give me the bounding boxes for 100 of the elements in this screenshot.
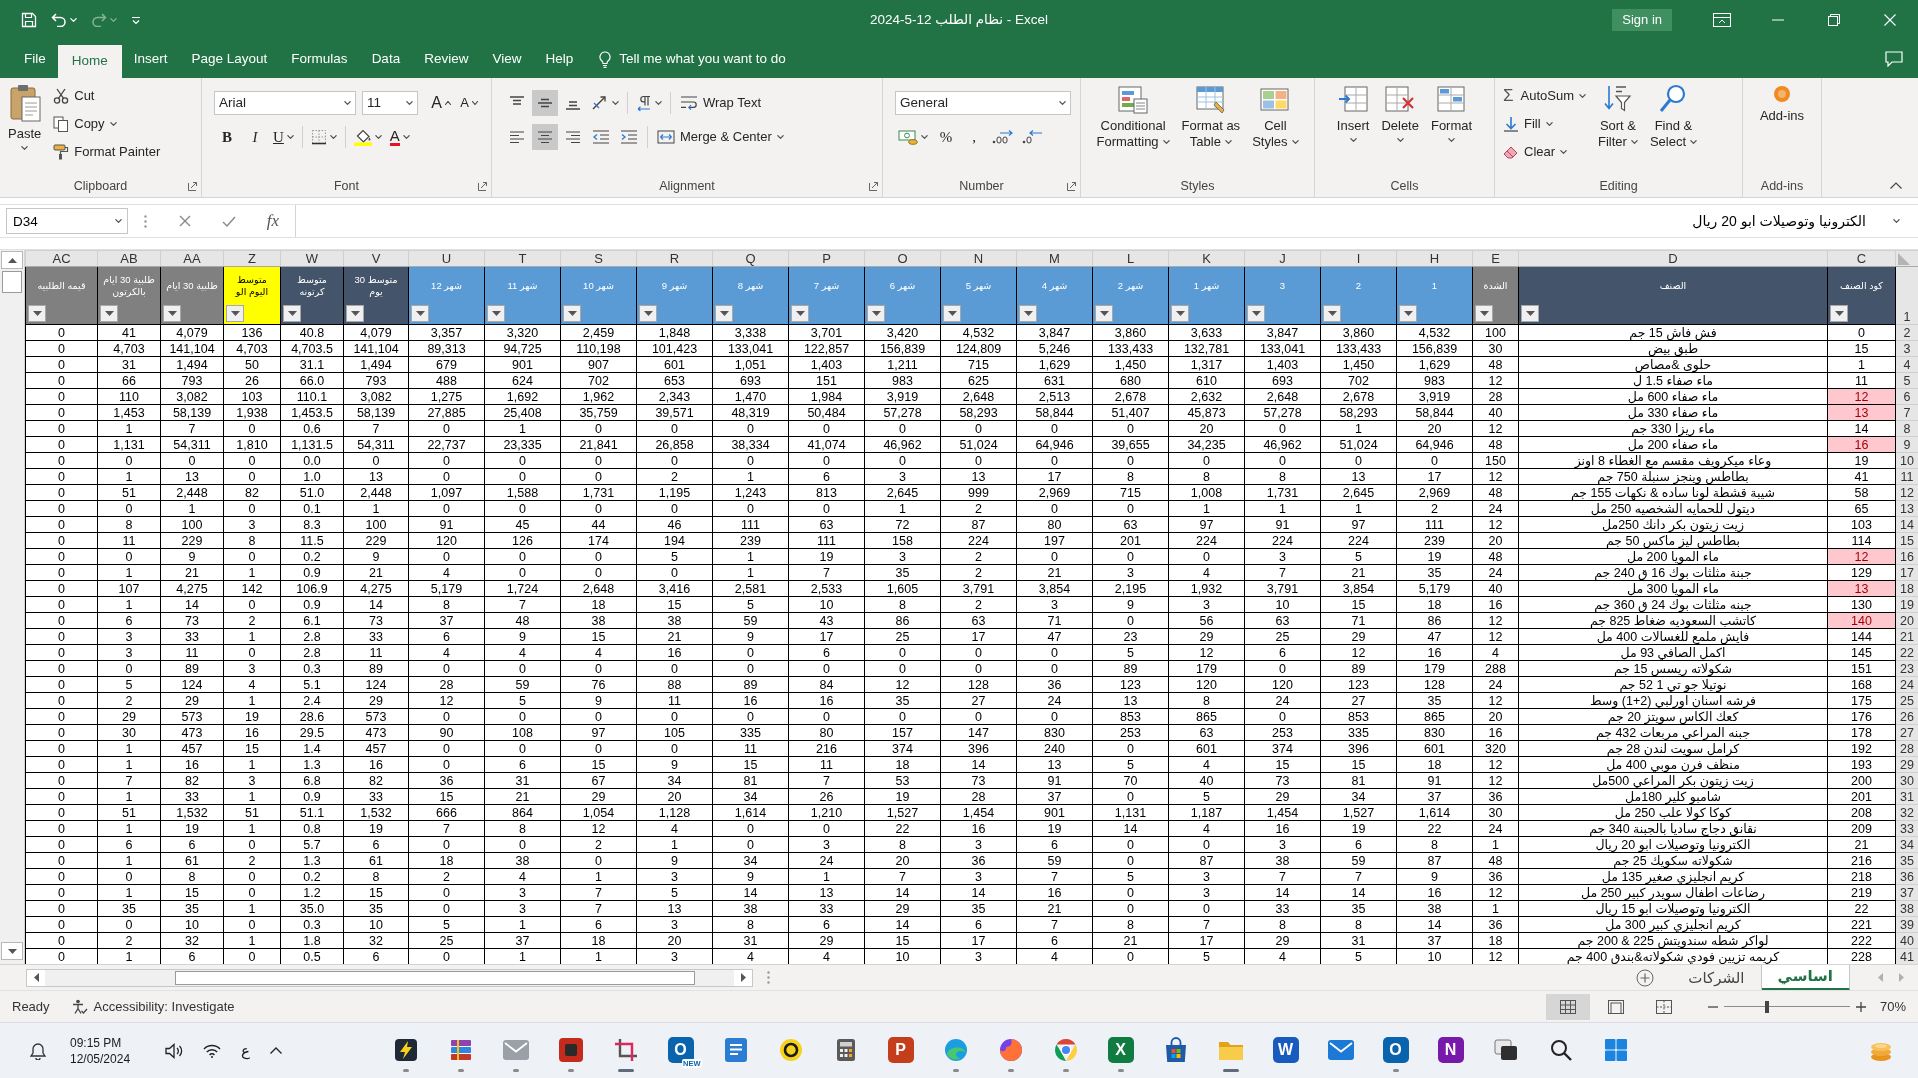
zoom-slider-thumb[interactable] [1764,1000,1769,1013]
filter-button[interactable] [283,305,301,322]
insert-function-button[interactable]: fx [251,208,295,234]
font-size-dropdown[interactable]: 11 [362,91,418,115]
autosum-button[interactable]: Σ AutoSum [1499,82,1590,110]
ribbon-tab[interactable]: Home [57,45,122,78]
column-header[interactable]: N [940,250,1017,267]
filter-button[interactable] [791,305,809,322]
filter-button[interactable] [1475,305,1493,322]
column-header[interactable]: Q [712,250,789,267]
number-format-dropdown[interactable]: General [895,91,1071,115]
new-sheet-button[interactable] [1636,968,1655,987]
ribbon-tab[interactable]: Data [359,40,413,78]
cut-button[interactable]: Cut [49,82,165,110]
scroll-thumb[interactable] [2,271,22,293]
taskbar-app-button[interactable]: N [1423,1025,1478,1076]
column-header[interactable]: W [280,250,344,267]
scroll-thumb[interactable] [175,970,695,985]
fill-button[interactable]: Fill [1499,110,1590,138]
zoom-in-button[interactable] [1855,1001,1866,1012]
zoom-out-button[interactable] [1707,1005,1718,1008]
comma-style-button[interactable]: , [961,124,987,150]
column-header[interactable]: J [1244,250,1321,267]
column-header[interactable]: T [484,250,561,267]
column-header[interactable]: U [408,250,485,267]
taskbar-app-button[interactable]: W [1258,1025,1313,1076]
column-header[interactable]: O [864,250,941,267]
column-header[interactable]: E [1472,250,1519,267]
cell-styles-button[interactable]: Cell Styles [1248,82,1303,150]
column-header[interactable]: K [1168,250,1245,267]
sort-and-filter-button[interactable]: Sort & Filter [1594,82,1642,150]
column-header[interactable]: AB [97,250,161,267]
font-color-button[interactable]: A [386,124,413,150]
increase-font-size-button[interactable]: A [428,90,454,116]
add-ins-button[interactable]: Add-ins [1755,82,1809,124]
ribbon-tab[interactable]: Insert [121,40,180,78]
wrap-text-button[interactable]: Wrap Text [676,89,766,117]
column-header[interactable]: H [1396,250,1473,267]
column-header[interactable]: M [1016,250,1093,267]
column-header[interactable]: AC [25,250,98,267]
column-header[interactable]: L [1092,250,1169,267]
filter-button[interactable] [563,305,581,322]
ribbon-tab[interactable]: View [480,40,534,78]
filter-button[interactable] [1019,305,1037,322]
filter-button[interactable] [1830,305,1848,322]
ribbon-tab[interactable]: Formulas [279,40,360,78]
font-name-dropdown[interactable]: Arial [214,91,356,115]
filter-button[interactable] [1521,305,1539,322]
format-painter-button[interactable]: Format Painter [49,138,165,166]
filter-button[interactable] [411,305,429,322]
name-box-dropdown-button[interactable] [113,216,123,226]
language-button[interactable]: ع [234,1030,257,1071]
clear-button[interactable]: Clear [1499,138,1590,166]
ribbon-tab[interactable]: Page Layout [179,40,280,78]
tell-me-field[interactable]: Tell me what you want to do [619,50,860,68]
filter-button[interactable] [487,305,505,322]
filter-button[interactable] [1399,305,1417,322]
filter-button[interactable] [100,305,118,322]
dialog-launcher-button[interactable] [477,181,487,191]
filter-button[interactable] [163,305,181,322]
sign-in-button[interactable]: Sign in [1612,9,1672,31]
taskbar-app-button[interactable]: P [873,1025,928,1076]
ribbon-tab[interactable]: File [12,40,58,78]
scroll-right-button[interactable] [734,969,752,986]
italic-button[interactable]: I [242,124,268,150]
conditional-formatting-button[interactable]: Conditional Formatting [1092,82,1174,150]
copy-button[interactable]: Copy [49,110,165,138]
scroll-left-button[interactable] [27,969,45,986]
bold-button[interactable]: B [214,124,240,150]
find-and-select-button[interactable]: Find & Select [1645,82,1702,150]
filter-button[interactable] [943,305,961,322]
taskbar-app-button[interactable]: X [1093,1025,1148,1076]
format-button[interactable]: Format [1426,82,1477,142]
filter-button[interactable] [1171,305,1189,322]
column-header[interactable]: Z [223,250,281,267]
dialog-launcher-button[interactable] [868,181,878,191]
filter-button[interactable] [1323,305,1341,322]
percent-style-button[interactable]: % [933,124,959,150]
column-header[interactable]: AA [160,250,224,267]
decrease-font-size-button[interactable]: A [456,90,482,116]
filter-button[interactable] [226,305,244,322]
filter-button[interactable] [1247,305,1265,322]
center-button[interactable] [532,124,558,150]
merge-and-center-button[interactable]: Merge & Center [653,123,788,151]
filter-button[interactable] [867,305,885,322]
paste-button[interactable]: Paste [4,82,46,150]
normal-view-button[interactable] [1545,993,1590,1020]
scroll-up-button[interactable] [1,251,23,269]
accessibility-button[interactable]: Accessibility: Investigate [71,998,235,1015]
taskbar-app-button[interactable]: O [1368,1025,1423,1076]
column-header[interactable]: R [636,250,713,267]
filter-button[interactable] [1095,305,1113,322]
dialog-launcher-button[interactable] [187,181,197,191]
ribbon-tab[interactable]: Help [533,40,586,78]
column-header[interactable]: P [788,250,865,267]
column-header[interactable]: I [1320,250,1397,267]
column-header[interactable]: D [1518,250,1828,267]
format-as-table-button[interactable]: Format as Table [1177,82,1245,150]
insert-button[interactable]: Insert [1332,82,1374,142]
middle-align-button[interactable] [532,90,558,116]
